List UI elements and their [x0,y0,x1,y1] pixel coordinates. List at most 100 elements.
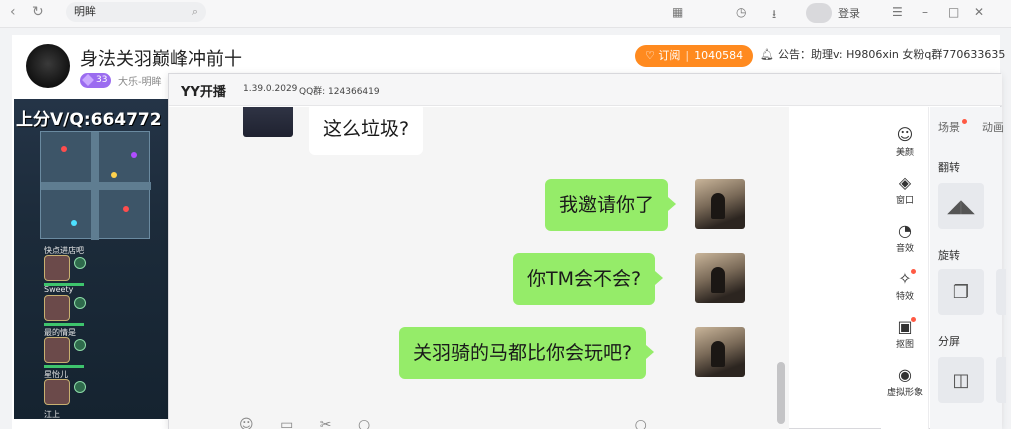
search-icon[interactable]: ⌕ [192,2,198,22]
screen: ‹ ↻ 明眸 ⌕ ▦ ◷ ⭳ 登录 ☰ – □ ✕ 身法关羽巅峰冲前十 33 大… [0,0,1011,429]
rotate-label: 旋转 [938,249,960,262]
skill-icon [74,381,86,393]
hero-name: 江上 [44,410,60,419]
rotate-icon: ❐ [952,281,970,303]
contact-avatar[interactable] [243,107,293,137]
level-gem-icon [82,74,94,86]
subscribe-count: 1040584 [694,49,744,62]
history-icon[interactable]: ◷ [736,5,746,19]
avatar-icon: ◉ [898,365,912,384]
refresh-icon[interactable]: ↻ [32,4,44,20]
bell-icon: 🔔︎ [760,48,774,61]
yy-logo: YY开播 [181,85,226,100]
close-icon[interactable]: ✕ [974,5,984,19]
side-item-cutout[interactable]: ▣ 抠图 [881,317,929,350]
settings-panel: 场景 动画 翻转 ◢◣ 旋转 ❐ 分屏 ◫ [930,107,1006,429]
beauty-icon: ☺ [896,125,914,144]
folder-icon[interactable]: ▭ [280,417,293,429]
chat-bubble-received: 这么垃圾? [309,107,424,155]
cutout-icon: ▣ [881,317,929,337]
hero-name: Sweety [44,285,74,294]
minimize-icon[interactable]: – [922,5,928,19]
yy-version: 1.39.0.2029 [243,84,298,94]
level-number: 33 [96,75,108,85]
side-item-label: 美颜 [895,148,914,158]
hero-portrait [44,295,70,321]
chat-bubble-sent: 关羽骑的马都比你会玩吧? [399,327,655,379]
side-toolbar: ☺ 美颜 ◈ 窗口 ◔ 音效 ✧ 特效 ▣ 抠图 ◉ 虚拟形象 [881,107,929,429]
yy-qq-group: QQ群: 124366419 [299,87,380,97]
subscribe-button[interactable]: ♡ 订阅 | 1040584 [635,45,754,67]
browser-toolbar: ‹ ↻ 明眸 ⌕ ▦ ◷ ⭳ 登录 ☰ – □ ✕ [0,0,1011,28]
search-input[interactable]: 明眸 ⌕ [66,2,206,22]
notification-dot [911,269,916,274]
announcement-text: 公告：助理v: H9806xin 女粉q群770633635 [777,48,1006,61]
flip-icon: ◢◣ [947,195,975,217]
hero-portrait [44,255,70,281]
search-input-value: 明眸 [74,5,96,18]
split-label: 分屏 [938,335,960,348]
tab-scene[interactable]: 场景 [938,119,967,135]
side-item-label: 特效 [895,292,914,302]
user-avatar[interactable] [806,3,832,23]
magic-wand-icon: ✧ [881,269,929,289]
back-icon[interactable]: ‹ [10,4,16,20]
anchor-avatar[interactable] [26,44,70,88]
side-item-window[interactable]: ◈ 窗口 [881,173,929,206]
call-icon[interactable]: ○ [635,417,647,429]
flip-button[interactable]: ◢◣ [938,183,984,229]
split-screen-button[interactable]: ◫ [938,357,984,403]
chat-scrollbar[interactable] [777,362,785,424]
self-avatar[interactable] [695,253,745,303]
tab-animation[interactable]: 动画 [982,119,1004,135]
stream-video[interactable]: 上分V/Q:664772 快点进店吧 Sweety 最的情是 星怡儿 江上 [14,99,176,419]
channel-name[interactable]: 大乐-明眸 [118,73,162,88]
login-link[interactable]: 登录 [838,5,860,21]
heart-icon: ♡ [645,49,655,62]
more-button[interactable] [996,357,1006,403]
side-item-label: 抠图 [895,340,914,350]
stream-overlay-text: 上分V/Q:664772 [16,110,162,130]
menu-icon[interactable]: ☰ [892,5,903,19]
emoji-icon[interactable]: ☺ [239,417,254,429]
chat-bubble-sent: 我邀请你了 [545,179,677,231]
yy-titlebar[interactable]: YY开播 1.39.0.2029 QQ群: 124366419 [169,74,1002,106]
self-avatar[interactable] [695,327,745,377]
self-avatar[interactable] [695,179,745,229]
room-title: 身法关羽巅峰冲前十 [80,49,242,70]
hero-hp-bar [44,323,84,326]
layers-icon: ◈ [898,173,912,192]
chat-bubble-sent: 你TM会不会? [513,253,664,305]
hero-portrait [44,379,70,405]
side-item-avatar[interactable]: ◉ 虚拟形象 [881,365,929,398]
yy-window: YY开播 1.39.0.2029 QQ群: 124366419 这么垃圾? 我邀… [168,73,1006,429]
side-item-beauty[interactable]: ☺ 美颜 [881,125,929,158]
split-screen-icon: ◫ [952,369,970,391]
scissors-icon[interactable]: ✂ [320,417,332,429]
announcement: 🔔︎ 公告：助理v: H9806xin 女粉q群770633635 [760,46,1005,62]
side-item-effects[interactable]: ✧ 特效 [881,269,929,302]
side-item-label: 音效 [895,244,914,254]
flip-label: 翻转 [938,161,960,174]
sound-icon: ◔ [898,221,912,240]
skill-icon [74,257,86,269]
subscribe-label: 订阅 [658,49,681,62]
more-button[interactable] [996,269,1006,315]
side-item-sound[interactable]: ◔ 音效 [881,221,929,254]
subscribe-divider: | [685,49,690,62]
game-minimap [40,131,151,240]
chat-history-icon[interactable]: ○ [358,417,370,429]
skill-icon [74,297,86,309]
maximize-icon[interactable]: □ [948,5,959,19]
grid-icon[interactable]: ▦ [672,5,683,19]
side-item-label: 虚拟形象 [886,388,923,398]
tab-scene-label: 场景 [938,121,960,134]
notification-dot [911,317,916,322]
skill-icon [74,339,86,351]
download-icon[interactable]: ⭳ [772,5,776,26]
chat-toolbar: ☺ ▭ ✂ ○ ○ [239,417,647,429]
rotate-button[interactable]: ❐ [938,269,984,315]
chat-panel: 这么垃圾? 我邀请你了 你TM会不会? 关羽骑的马都比你会玩吧? ☺ ▭ ✂ ○… [169,107,789,429]
level-badge: 33 [80,73,112,88]
notification-dot [962,119,967,124]
